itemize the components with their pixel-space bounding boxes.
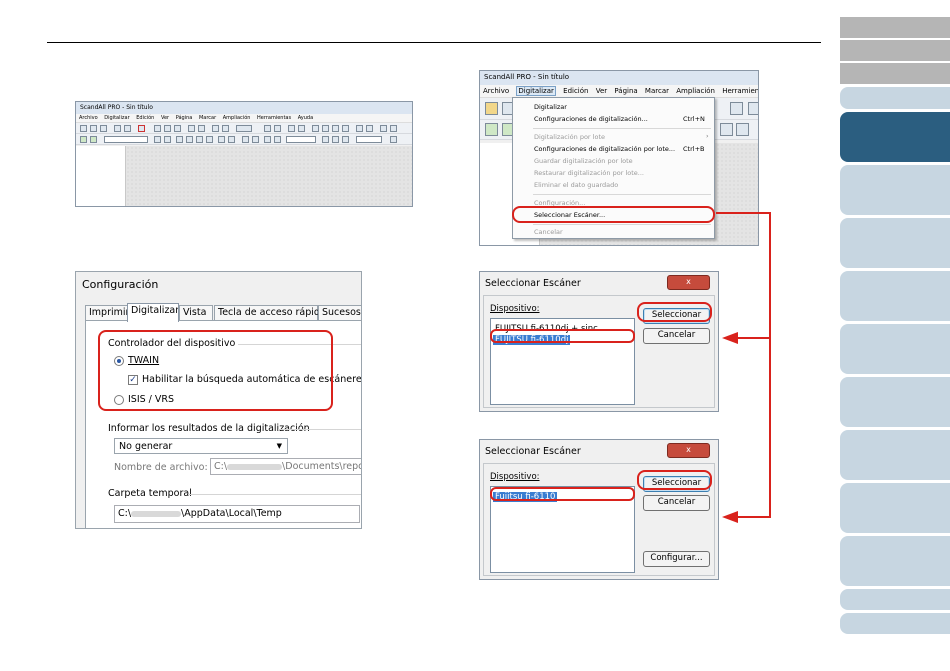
connector-line	[716, 212, 771, 518]
tab-digitalizar[interactable]: Digitalizar	[127, 303, 179, 322]
connector-arrows	[716, 212, 771, 523]
arrow-left-icon	[722, 511, 738, 523]
arrow-left-icon	[722, 332, 738, 344]
